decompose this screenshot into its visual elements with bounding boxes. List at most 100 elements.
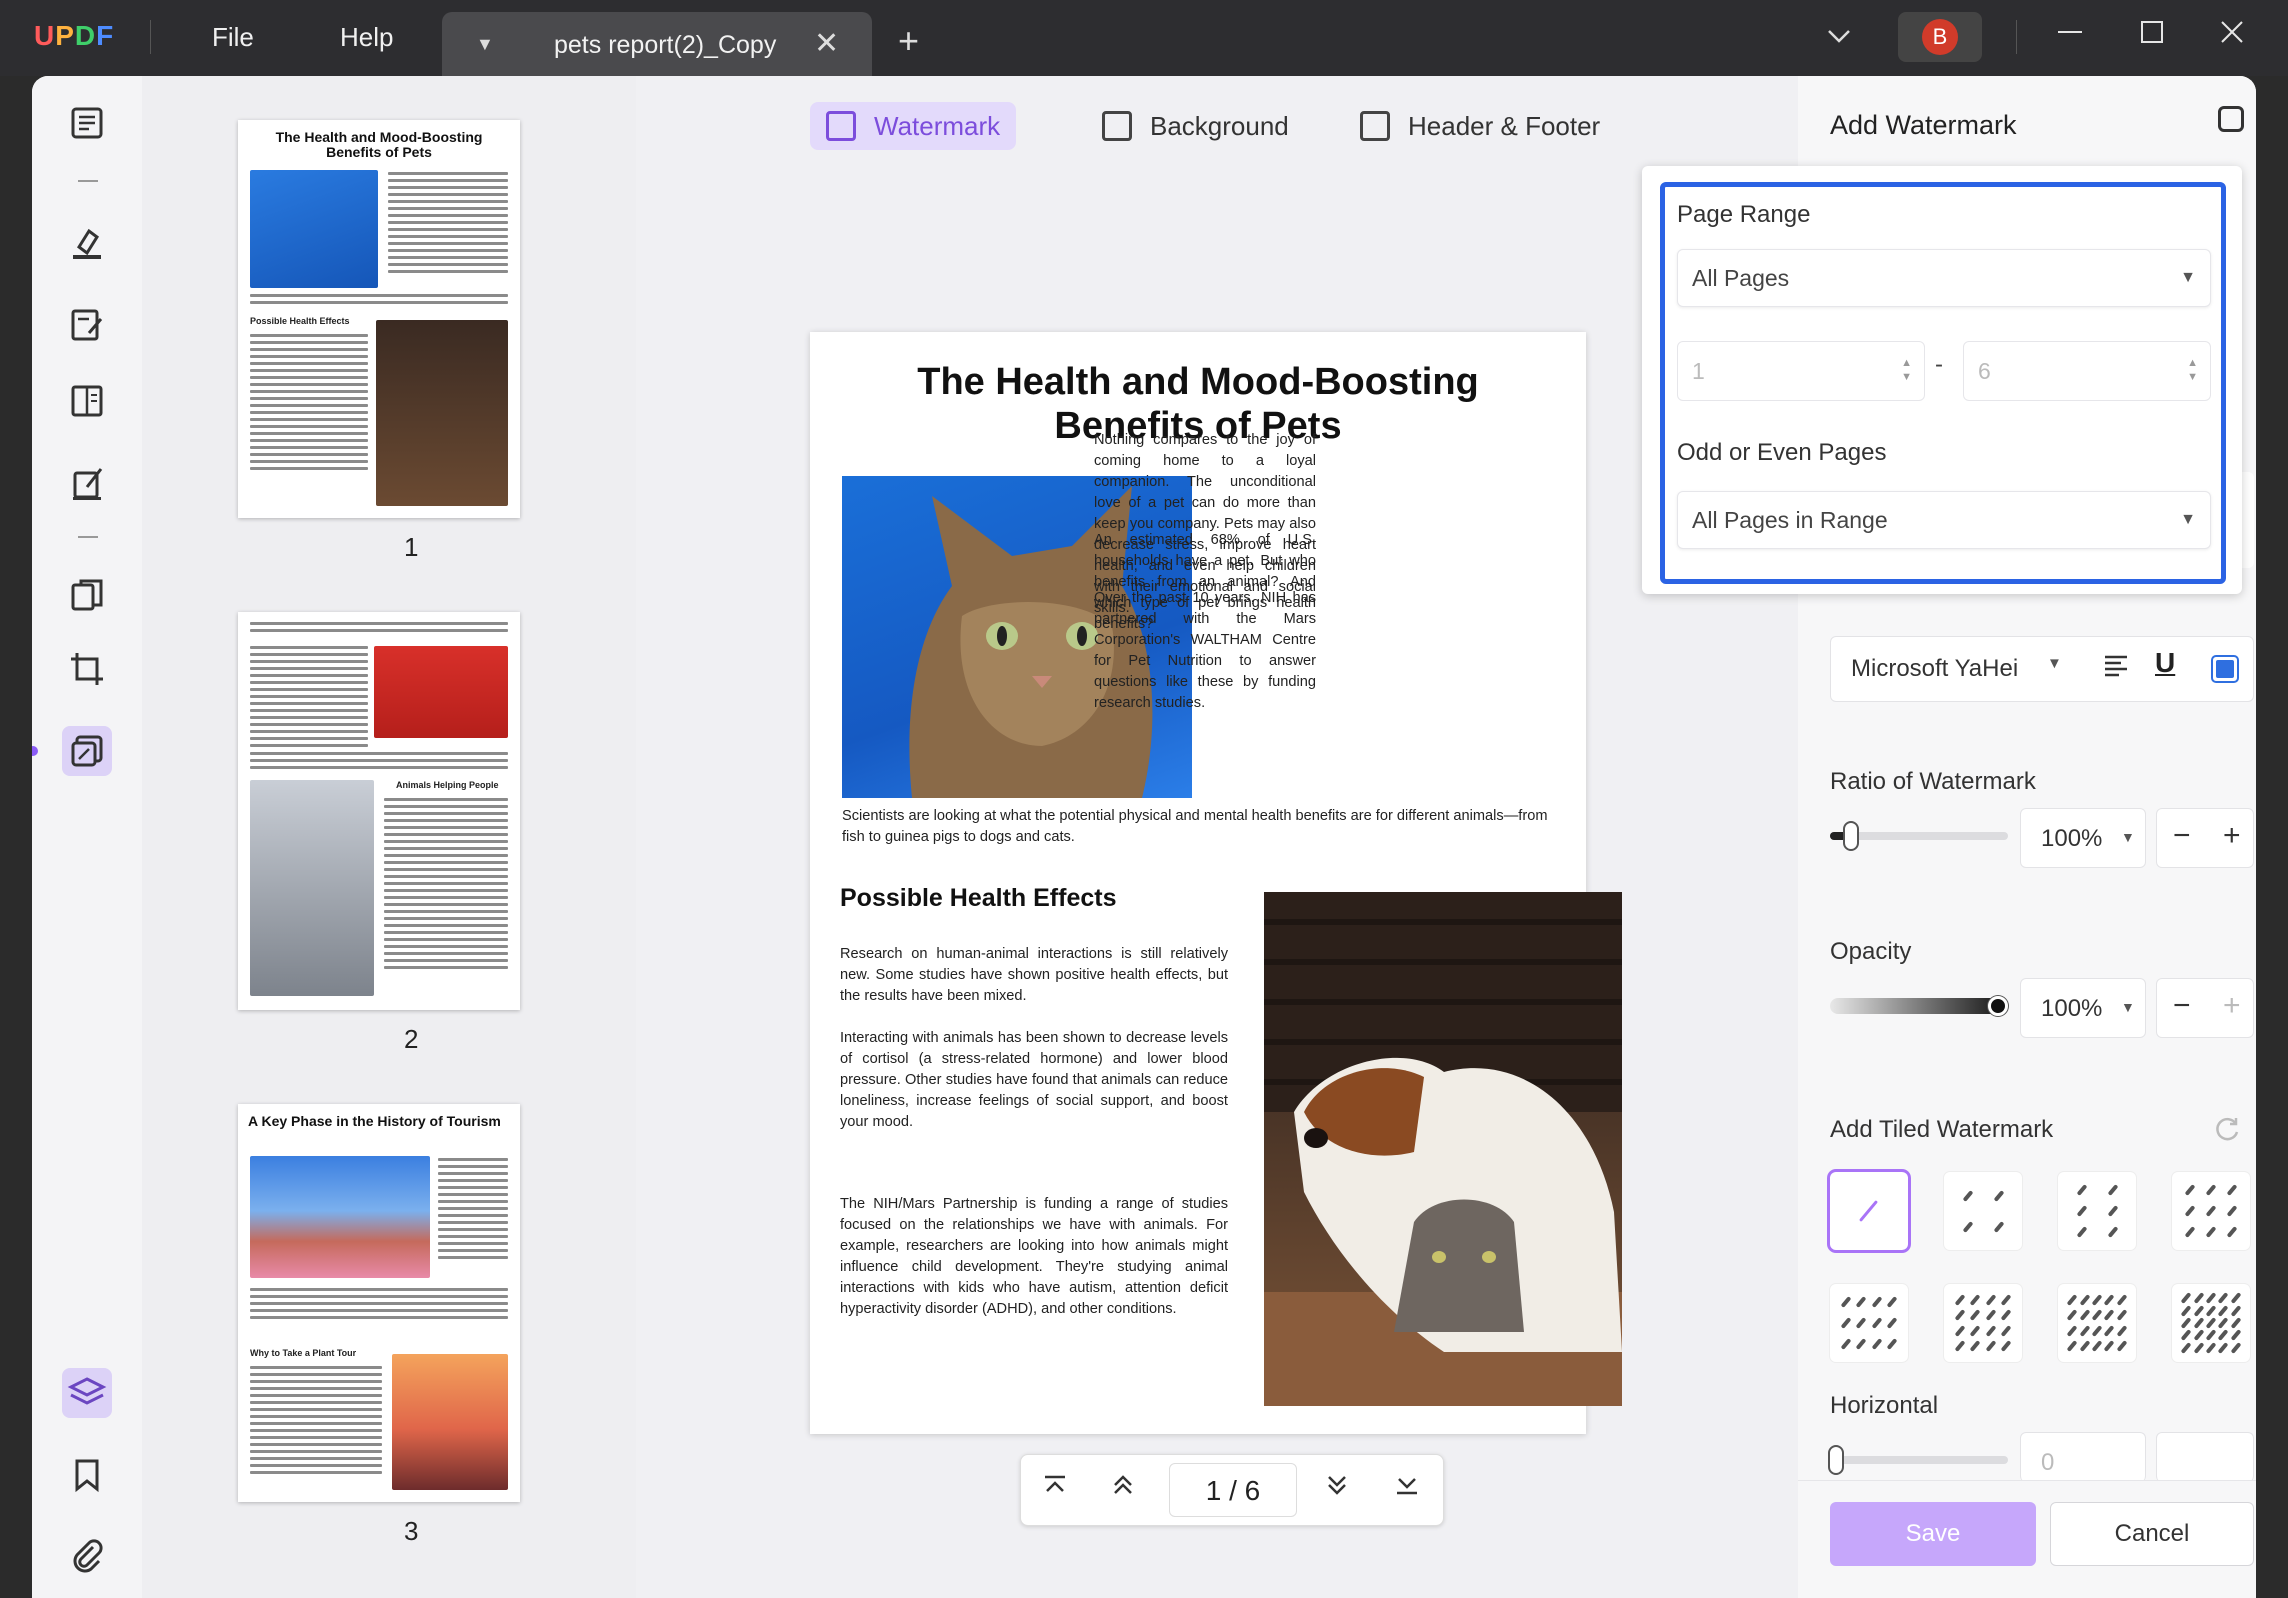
ratio-slider[interactable] — [1830, 821, 2008, 851]
chevron-down-icon: ▼ — [2180, 511, 2196, 528]
pdf-page[interactable]: The Health and Mood-Boosting Benefits of… — [810, 332, 1622, 1434]
tile-option[interactable] — [1830, 1172, 1908, 1250]
thumbnail-page-2[interactable]: Animals Helping People — [238, 612, 520, 1010]
menu-help[interactable]: Help — [340, 22, 393, 53]
thumbnail-cat-image — [250, 170, 378, 288]
maximize-button[interactable] — [2138, 18, 2166, 54]
tile-option[interactable] — [1944, 1172, 2022, 1250]
sign-tool[interactable] — [62, 458, 112, 508]
page-number-field[interactable]: 1 / 6 — [1169, 1463, 1297, 1517]
chevron-down-icon: ▼ — [2121, 999, 2135, 1015]
expand-icon[interactable] — [2218, 106, 2244, 132]
thumbnail-title: A Key Phase in the History of Tourism — [248, 1113, 501, 1129]
document-tab[interactable]: ▼ pets report(2)_Copy ✕ — [442, 12, 872, 76]
thumbnail-subheading: Why to Take a Plant Tour — [250, 1348, 357, 1358]
avatar: B — [1922, 19, 1958, 55]
comment-tool[interactable] — [62, 218, 112, 268]
ratio-slider-handle[interactable] — [1843, 821, 1860, 851]
organize-pages-icon — [71, 579, 103, 611]
color-swatch[interactable] — [2211, 655, 2239, 683]
thumbnail-page-1[interactable]: The Health and Mood-Boosting Benefits of… — [238, 120, 520, 518]
page-subheading: Possible Health Effects — [840, 884, 1117, 912]
ratio-label: Ratio of Watermark — [1830, 768, 2036, 795]
tile-option[interactable] — [1830, 1284, 1908, 1362]
plus-icon[interactable]: + — [2223, 819, 2241, 853]
tile-option[interactable] — [1944, 1284, 2022, 1362]
page-tools[interactable] — [62, 726, 112, 776]
edit-tool[interactable] — [62, 300, 112, 350]
minus-icon[interactable]: − — [2173, 819, 2191, 853]
page-range-value: All Pages — [1692, 265, 1790, 291]
page-range-popover: Page Range All Pages ▼ 1 ▲ ▼ - 6 ▲ ▼ Odd o… — [1642, 166, 2242, 594]
layers-tool[interactable] — [62, 1368, 112, 1418]
reset-icon[interactable] — [2212, 1114, 2242, 1144]
first-page-button[interactable] — [1041, 1471, 1069, 1506]
opacity-stepper: − + — [2156, 978, 2254, 1038]
stepper-icon[interactable]: ▲ ▼ — [1901, 356, 1912, 384]
menu-file[interactable]: File — [212, 22, 254, 53]
tile-option[interactable] — [2058, 1172, 2136, 1250]
new-tab-button[interactable]: + — [898, 20, 919, 62]
align-icon[interactable] — [2103, 653, 2129, 686]
cancel-button[interactable]: Cancel — [2050, 1502, 2254, 1566]
tab-header-footer[interactable]: Header & Footer — [1344, 102, 1616, 150]
thumbnail-text — [250, 646, 368, 751]
stepper-icon[interactable]: ▲ ▼ — [2187, 356, 2198, 384]
tab-background-label: Background — [1150, 110, 1289, 141]
crop-tool[interactable] — [62, 644, 112, 694]
underline-icon[interactable]: U — [2155, 647, 2175, 679]
chevron-down-icon[interactable] — [1826, 22, 1852, 53]
minimize-button[interactable] — [2056, 18, 2084, 54]
user-account-button[interactable]: B — [1898, 12, 1982, 62]
attachment-tool[interactable] — [62, 1530, 112, 1580]
plus-icon[interactable]: + — [2223, 989, 2241, 1023]
last-page-button[interactable] — [1393, 1471, 1421, 1506]
current-page: 1 — [1205, 1475, 1222, 1506]
layers-icon — [67, 1377, 107, 1405]
watermark-tool-icon — [71, 735, 103, 767]
opacity-slider[interactable] — [1830, 996, 2008, 1016]
thumbnail-text — [250, 1366, 382, 1478]
close-window-button[interactable] — [2218, 18, 2246, 54]
horizontal-slider-handle[interactable] — [1828, 1445, 1844, 1475]
chevron-down-icon: ▼ — [2121, 829, 2135, 845]
paragraph-3: Over the past 10 years, NIH has partnere… — [1094, 590, 1316, 711]
paragraph-7: The NIH/Mars Partnership is funding a ra… — [840, 1196, 1228, 1317]
minus-icon[interactable]: − — [2173, 989, 2191, 1023]
tab-close-icon[interactable]: ✕ — [814, 26, 839, 61]
thumbnail-text — [250, 1288, 508, 1323]
updf-logo: UPDF — [34, 20, 115, 51]
font-family-select[interactable]: Microsoft YaHei — [1851, 655, 2018, 683]
bookmark-tool[interactable] — [62, 1450, 112, 1500]
page-from-placeholder: 1 — [1692, 358, 1705, 384]
page-range-group: Page Range All Pages ▼ 1 ▲ ▼ - 6 ▲ ▼ Odd o… — [1660, 182, 2226, 584]
ratio-select[interactable]: 100% ▼ — [2020, 808, 2146, 868]
form-tool[interactable] — [62, 376, 112, 426]
paragraph-6: Interacting with animals has been shown … — [840, 1030, 1228, 1130]
tab-watermark[interactable]: Watermark — [810, 102, 1017, 150]
thumbnail-page-3[interactable]: A Key Phase in the History of Tourism Wh… — [238, 1104, 520, 1502]
opacity-select[interactable]: 100% ▼ — [2020, 978, 2146, 1038]
page-to-input[interactable]: 6 ▲ ▼ — [1963, 341, 2211, 401]
page-number: 2 — [404, 1024, 419, 1054]
tile-option[interactable] — [2172, 1284, 2250, 1362]
tiled-label: Add Tiled Watermark — [1830, 1116, 2054, 1143]
dog-and-cat-image — [1264, 892, 1622, 1406]
tab-menu-icon[interactable]: ▼ — [476, 34, 494, 55]
thumbnail-text — [250, 334, 368, 474]
chevron-down-icon[interactable]: ▼ — [2047, 655, 2062, 672]
horizontal-slider[interactable] — [1828, 1445, 2008, 1475]
opacity-slider-handle[interactable] — [1988, 996, 2008, 1016]
page-range-select[interactable]: All Pages ▼ — [1677, 249, 2211, 307]
previous-page-button[interactable] — [1109, 1471, 1137, 1506]
save-button[interactable]: Save — [1830, 1502, 2036, 1566]
page-from-input[interactable]: 1 ▲ ▼ — [1677, 341, 1925, 401]
odd-even-select[interactable]: All Pages in Range ▼ — [1677, 491, 2211, 549]
tile-option[interactable] — [2172, 1172, 2250, 1250]
tab-background[interactable]: Background — [1086, 102, 1305, 150]
organize-tool[interactable] — [62, 570, 112, 620]
reader-tool[interactable] — [62, 98, 112, 148]
tile-option[interactable] — [2058, 1284, 2136, 1362]
next-page-button[interactable] — [1323, 1471, 1351, 1506]
horizontal-select[interactable]: 0 — [2020, 1432, 2146, 1482]
